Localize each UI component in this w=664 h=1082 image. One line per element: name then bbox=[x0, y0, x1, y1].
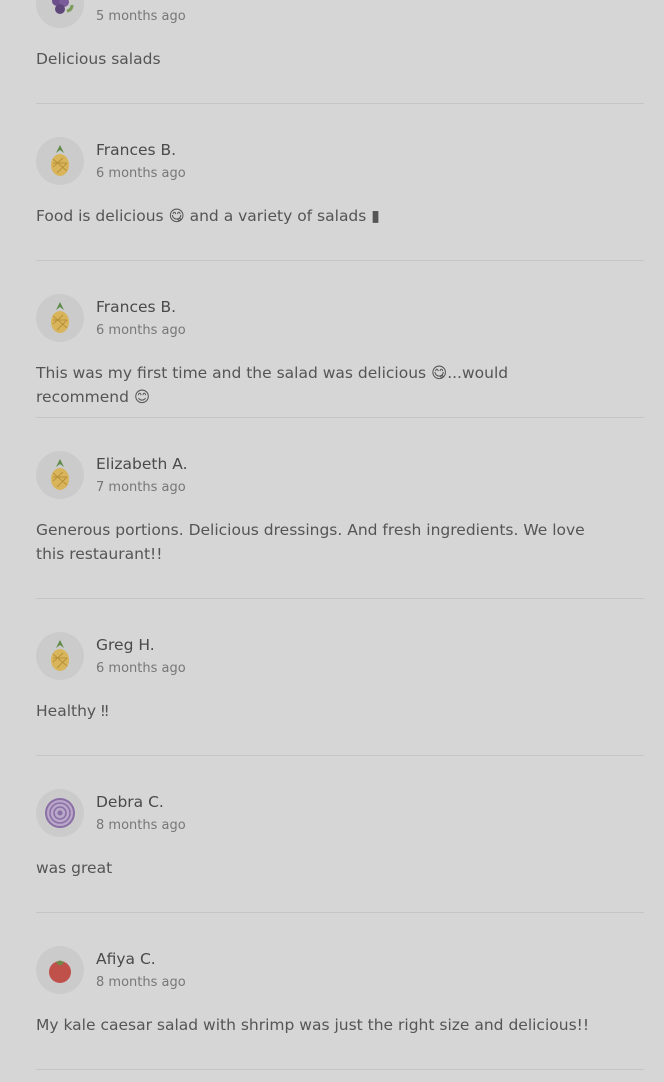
review-time: 8 months ago bbox=[96, 975, 186, 990]
review-time: 5 months ago bbox=[96, 9, 186, 24]
review-text: Delicious salads bbox=[36, 50, 161, 68]
review-item: Elizabeth A. 7 months ago Generous porti… bbox=[36, 418, 644, 599]
review-item: Debra C. 8 months ago was great bbox=[36, 756, 644, 913]
review-header: Greg H. 6 months ago bbox=[36, 632, 644, 680]
review-item: Greg H. 6 months ago Healthy ‼ bbox=[36, 599, 644, 756]
review-header: Elizabeth A. 7 months ago bbox=[36, 451, 644, 499]
review-time: 7 months ago bbox=[96, 480, 186, 495]
review-text: This was my first time and the salad was… bbox=[36, 364, 509, 406]
review-header: Afiya C. 8 months ago bbox=[36, 946, 644, 994]
review-text: Healthy ‼ bbox=[36, 702, 109, 720]
review-header: Frances B. 6 months ago bbox=[36, 137, 644, 185]
reviewer-name: Elizabeth A. bbox=[96, 455, 188, 473]
reviewer-name: Debra C. bbox=[96, 793, 164, 811]
review-text: was great bbox=[36, 859, 113, 877]
reviewer-name: Afiya C. bbox=[96, 950, 156, 968]
reviewer-name: Frances B. bbox=[96, 298, 177, 316]
review-header: 5 months ago bbox=[36, 0, 644, 28]
pineapple-icon bbox=[36, 294, 84, 342]
tomato-icon bbox=[36, 946, 84, 994]
review-text: Food is delicious 😋 and a variety of sal… bbox=[36, 207, 380, 225]
review-time: 8 months ago bbox=[96, 818, 186, 833]
grape-icon bbox=[36, 0, 84, 28]
review-text: Generous portions. Delicious dressings. … bbox=[36, 521, 585, 563]
review-time: 6 months ago bbox=[96, 661, 186, 676]
review-header: Debra C. 8 months ago bbox=[36, 789, 644, 837]
review-item: 5 months ago Delicious salads bbox=[36, 0, 644, 104]
pineapple-icon bbox=[36, 451, 84, 499]
review-time: 6 months ago bbox=[96, 323, 186, 338]
review-text: My kale caesar salad with shrimp was jus… bbox=[36, 1016, 590, 1034]
reviewer-name: Frances B. bbox=[96, 141, 177, 159]
review-time: 6 months ago bbox=[96, 166, 186, 181]
pineapple-icon bbox=[36, 632, 84, 680]
reviews-list: 5 months ago Delicious salads Frances B.… bbox=[36, 0, 644, 1070]
pineapple-icon bbox=[36, 137, 84, 185]
review-item: Afiya C. 8 months ago My kale caesar sal… bbox=[36, 913, 644, 1070]
review-header: Frances B. 6 months ago bbox=[36, 294, 644, 342]
review-item: Frances B. 6 months ago This was my firs… bbox=[36, 261, 644, 418]
reviewer-name: Greg H. bbox=[96, 636, 155, 654]
onion-icon bbox=[36, 789, 84, 837]
review-item: Frances B. 6 months ago Food is deliciou… bbox=[36, 104, 644, 261]
